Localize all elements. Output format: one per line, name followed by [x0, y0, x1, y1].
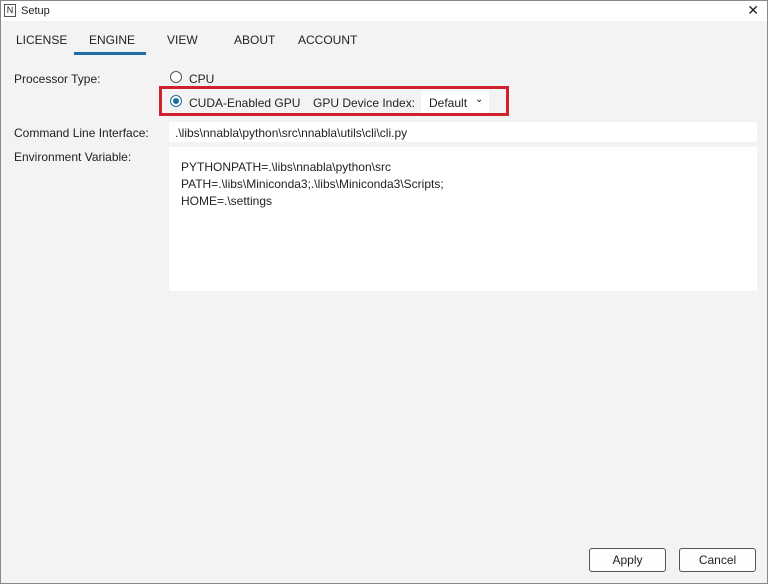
- close-icon[interactable]: ✕: [747, 2, 759, 19]
- gpu-index-label: GPU Device Index:: [313, 96, 416, 110]
- gpu-index-value: Default: [429, 96, 468, 110]
- cancel-button[interactable]: Cancel: [679, 548, 756, 572]
- gpu-index-dropdown[interactable]: Default ⌄: [421, 91, 489, 113]
- chevron-down-icon: ⌄: [475, 94, 484, 105]
- tab-about[interactable]: ABOUT: [234, 33, 275, 47]
- title-bar: N Setup ✕: [1, 1, 767, 21]
- tab-license[interactable]: LICENSE: [16, 33, 67, 47]
- tab-account[interactable]: ACCOUNT: [298, 33, 357, 47]
- cli-input[interactable]: .\libs\nnabla\python\src\nnabla\utils\cl…: [169, 122, 757, 142]
- active-tab-indicator: [74, 52, 146, 55]
- gpu-label: CUDA-Enabled GPU: [189, 96, 301, 110]
- env-line: PYTHONPATH=.\libs\nnabla\python\src: [181, 160, 391, 174]
- cli-label: Command Line Interface:: [14, 126, 149, 140]
- window-title: Setup: [21, 5, 50, 17]
- env-label: Environment Variable:: [14, 150, 132, 164]
- tab-engine[interactable]: ENGINE: [89, 33, 135, 47]
- apply-button[interactable]: Apply: [589, 548, 666, 572]
- env-line: PATH=.\libs\Miniconda3;.\libs\Miniconda3…: [181, 177, 444, 191]
- tab-view[interactable]: VIEW: [167, 33, 198, 47]
- app-logo: N: [4, 4, 16, 17]
- processor-type-label: Processor Type:: [14, 72, 101, 86]
- gpu-radio[interactable]: [170, 95, 182, 107]
- setup-dialog: N Setup ✕ LICENSE ENGINE VIEW ABOUT ACCO…: [0, 0, 768, 584]
- cpu-label: CPU: [189, 72, 215, 86]
- env-textarea[interactable]: PYTHONPATH=.\libs\nnabla\python\src PATH…: [169, 147, 757, 291]
- cli-value: .\libs\nnabla\python\src\nnabla\utils\cl…: [175, 126, 408, 140]
- env-line: HOME=.\settings: [181, 194, 273, 208]
- cpu-radio[interactable]: [170, 71, 182, 83]
